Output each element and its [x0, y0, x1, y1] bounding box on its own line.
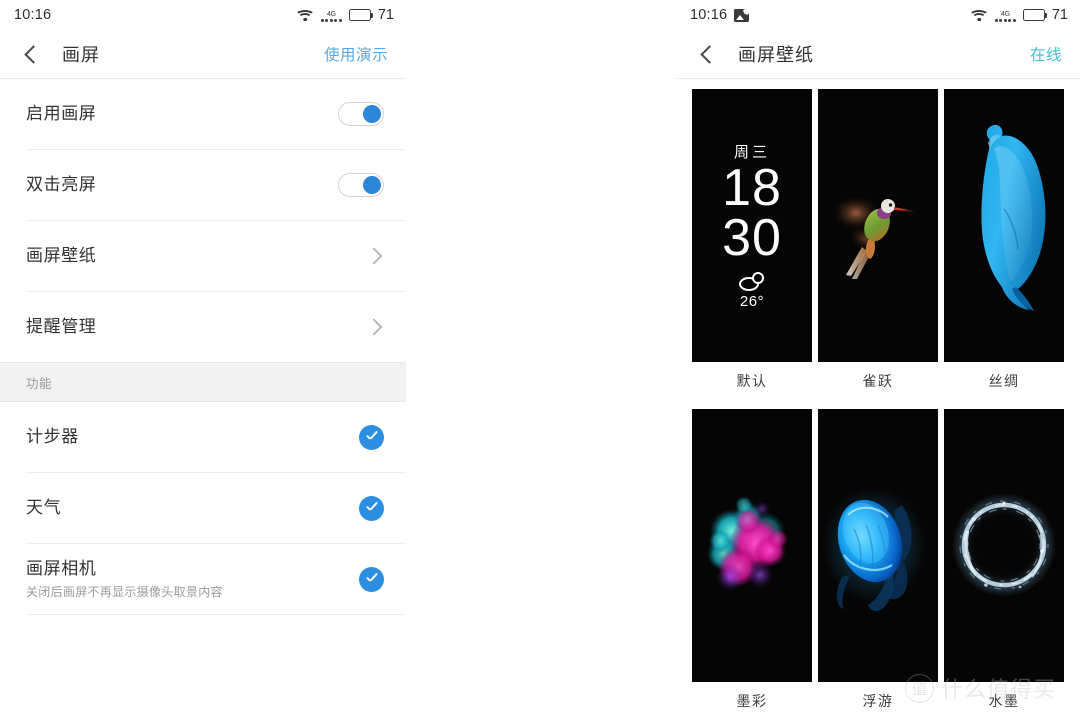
- clock-hour: 18: [722, 159, 782, 218]
- page-title: 画屏壁纸: [738, 45, 814, 65]
- list-item-reminder-management[interactable]: 提醒管理: [0, 292, 406, 362]
- toggle-double-tap-wake[interactable]: [338, 173, 384, 197]
- wallpaper-item-jellyfish[interactable]: 浮游: [818, 409, 938, 720]
- screenshot-icon: [734, 6, 752, 22]
- wallpaper-thumb-bird[interactable]: [818, 89, 938, 362]
- status-time: 10:16: [690, 7, 728, 23]
- checkbox-halo-camera[interactable]: [359, 566, 384, 592]
- wallpaper-thumb-silk[interactable]: [944, 89, 1064, 362]
- toggle-enable-halo[interactable]: [338, 102, 384, 126]
- status-left-group: 10:16: [14, 7, 51, 23]
- battery-icon: [348, 9, 374, 21]
- cloud-icon: [739, 271, 765, 291]
- wallpaper-label: 浮游: [862, 693, 894, 709]
- right-nav-bar: 画屏壁纸 在线: [676, 30, 1080, 78]
- status-right-group: 4G 71: [295, 7, 394, 23]
- battery-level: 71: [1051, 7, 1068, 23]
- list-item-double-tap-wake[interactable]: 双击亮屏: [0, 150, 406, 220]
- row-subtitle: 关闭后画屏不再显示摄像头取景内容: [26, 585, 223, 600]
- section-header-features: 功能: [0, 362, 406, 402]
- checkbox-pedometer[interactable]: [359, 424, 384, 450]
- clock-minute: 30: [722, 208, 782, 267]
- back-chevron-icon[interactable]: [696, 41, 722, 67]
- hummingbird-art: [818, 89, 938, 362]
- wallpaper-label: 丝绸: [988, 373, 1020, 389]
- wallpaper-label: 雀跃: [862, 373, 894, 389]
- wallpaper-thumb-jellyfish[interactable]: [818, 409, 938, 682]
- battery-level: 71: [377, 7, 394, 23]
- left-phone-screen: 10:16 4G 71 画屏 使用演示 启用画屏 双击亮屏 画屏壁纸 提醒管理 …: [0, 0, 406, 720]
- network-type-label: 4G: [326, 11, 336, 18]
- wallpaper-item-water-ring[interactable]: 水墨: [944, 409, 1064, 720]
- wifi-icon: [295, 9, 316, 22]
- row-title: 画屏相机: [26, 558, 97, 578]
- wallpaper-item-silk[interactable]: 丝绸: [944, 89, 1064, 404]
- wallpaper-label: 墨彩: [736, 693, 768, 709]
- row-title: 提醒管理: [26, 317, 97, 337]
- status-right-group: 4G 71: [969, 7, 1068, 23]
- list-item-enable-halo[interactable]: 启用画屏: [0, 79, 406, 149]
- settings-list: 启用画屏 双击亮屏 画屏壁纸 提醒管理 功能 计步器 天气 画屏相机 关闭后画屏…: [0, 79, 406, 615]
- water-ring-art: [944, 409, 1064, 682]
- right-status-bar: 10:16 4G 71: [676, 0, 1080, 30]
- demo-action-link[interactable]: 使用演示: [324, 43, 388, 65]
- jellyfish-art: [818, 409, 938, 682]
- wallpaper-item-default[interactable]: 周三 18 30 26° 默认: [692, 89, 812, 404]
- row-title: 启用画屏: [26, 104, 97, 124]
- list-item-pedometer[interactable]: 计步器: [0, 402, 406, 472]
- row-title: 计步器: [26, 427, 79, 447]
- wallpaper-scroll-area[interactable]: 周三 18 30 26° 默认 雀跃 丝绸 墨彩 浮游 水墨: [676, 79, 1080, 720]
- list-item-halo-wallpaper[interactable]: 画屏壁纸: [0, 221, 406, 291]
- clock-temperature: 26°: [739, 292, 765, 310]
- clock-wallpaper-art: 周三 18 30 26°: [692, 89, 812, 362]
- wallpaper-item-ink[interactable]: 墨彩: [692, 409, 812, 720]
- list-item-halo-camera[interactable]: 画屏相机 关闭后画屏不再显示摄像头取景内容: [0, 544, 406, 614]
- wallpaper-grid: 周三 18 30 26° 默认 雀跃 丝绸 墨彩 浮游 水墨: [692, 89, 1064, 720]
- status-time: 10:16: [14, 7, 52, 23]
- wifi-icon: [969, 9, 990, 22]
- battery-icon: [1022, 9, 1048, 21]
- signal-dots-icon: 4G: [994, 8, 1016, 22]
- wallpaper-thumb-ink[interactable]: [692, 409, 812, 682]
- network-type-label: 4G: [1000, 11, 1010, 18]
- silk-cloth-art: [944, 89, 1064, 362]
- dual-screenshot-canvas: 10:16 4G 71 画屏 使用演示 启用画屏 双击亮屏 画屏壁纸 提醒管理 …: [0, 0, 1080, 720]
- wallpaper-label: 默认: [736, 373, 768, 389]
- page-title: 画屏: [62, 45, 100, 65]
- online-action-link[interactable]: 在线: [1030, 43, 1062, 65]
- list-item-weather[interactable]: 天气: [0, 473, 406, 543]
- back-chevron-icon[interactable]: [20, 41, 46, 67]
- wallpaper-item-bird[interactable]: 雀跃: [818, 89, 938, 404]
- status-left-group: 10:16: [690, 6, 752, 23]
- signal-dots-icon: 4G: [320, 8, 342, 22]
- checkbox-weather[interactable]: [359, 495, 384, 521]
- row-title: 天气: [26, 498, 62, 518]
- row-title: 画屏壁纸: [26, 246, 97, 266]
- right-phone-screen: 10:16 4G 71 画屏壁纸 在线 周三 18 30 26° 默认 雀跃 丝…: [676, 0, 1080, 720]
- wallpaper-thumb-default[interactable]: 周三 18 30 26°: [692, 89, 812, 362]
- ink-cloud-art: [692, 409, 812, 682]
- row-divider: [26, 614, 406, 615]
- chevron-right-icon[interactable]: [365, 247, 383, 265]
- row-title: 双击亮屏: [26, 175, 97, 195]
- left-status-bar: 10:16 4G 71: [0, 0, 406, 30]
- wallpaper-label: 水墨: [988, 693, 1020, 709]
- wallpaper-thumb-water-ring[interactable]: [944, 409, 1064, 682]
- left-nav-bar: 画屏 使用演示: [0, 30, 406, 78]
- chevron-right-icon[interactable]: [365, 318, 383, 336]
